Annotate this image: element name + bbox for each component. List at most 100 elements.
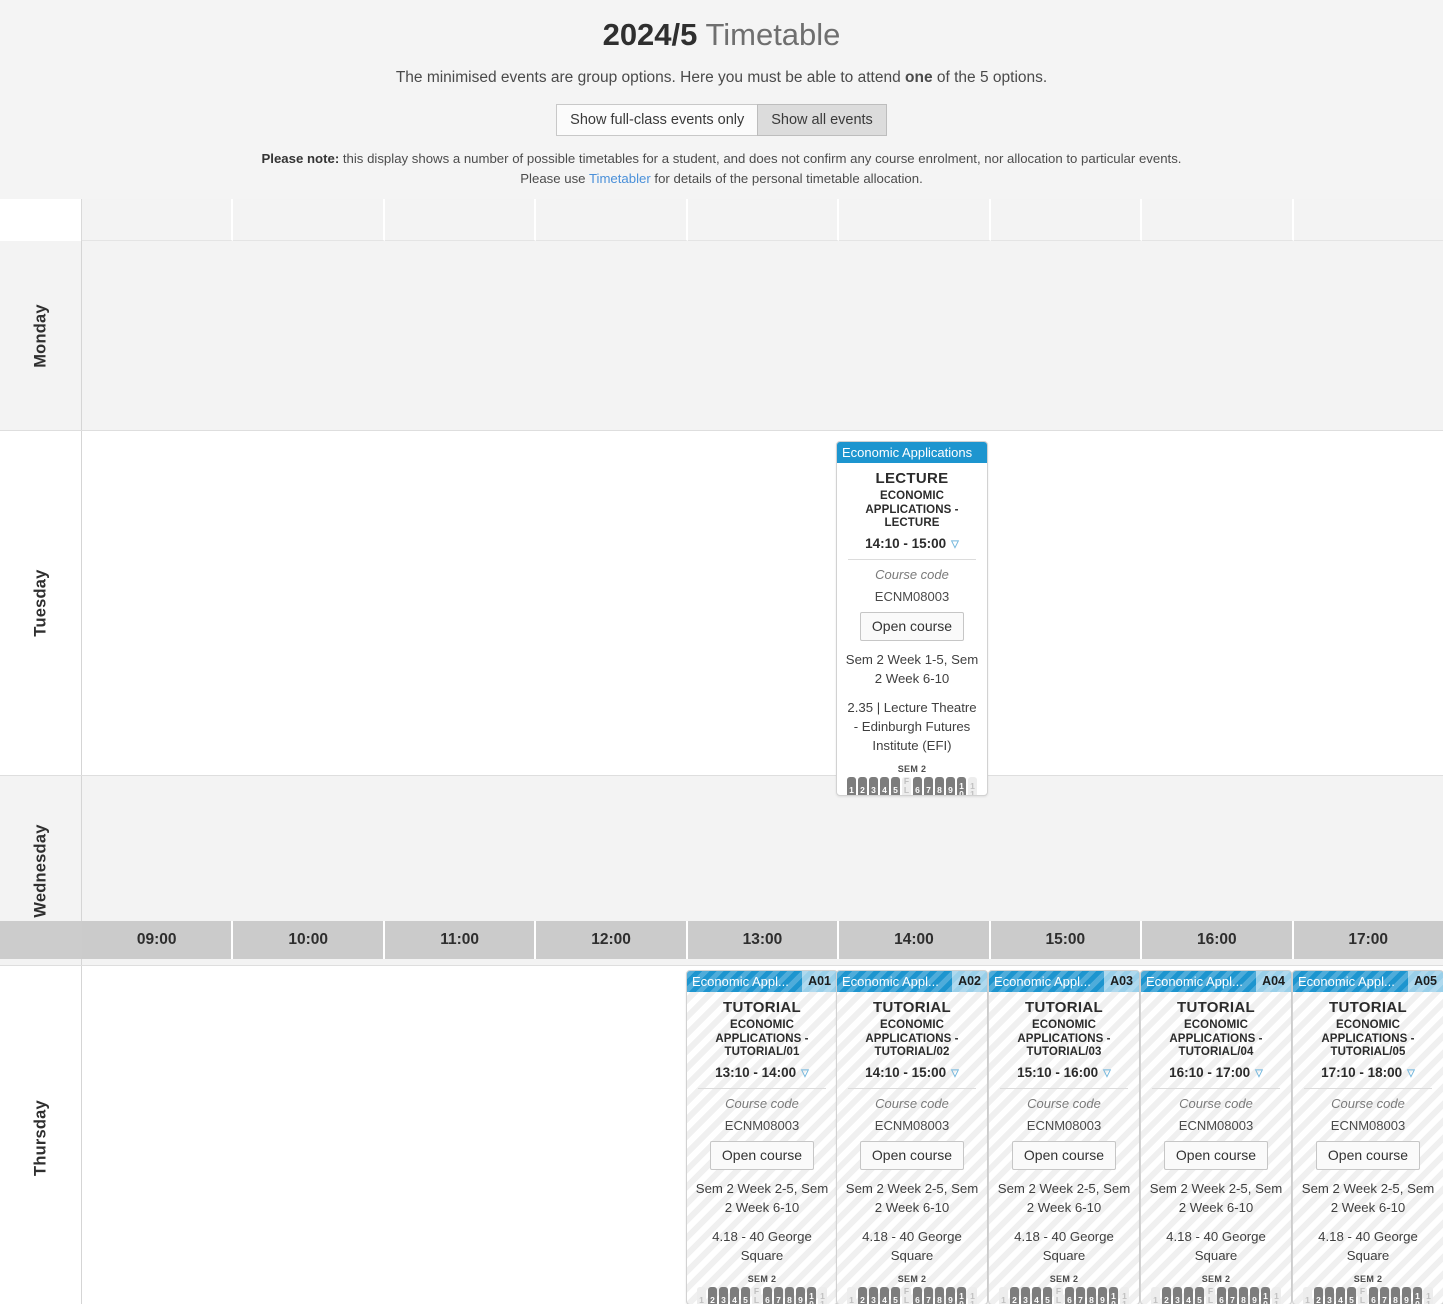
show-full-class-events-button[interactable]: Show full-class events only <box>556 104 758 136</box>
event-time-text: 15:10 - 16:00 <box>1017 1064 1099 1080</box>
event-card-tutorial-a03[interactable]: Economic Appl... A03 TUTORIAL ECONOMIC A… <box>988 970 1140 1304</box>
view-toggle-group: Show full-class events only Show all eve… <box>556 104 887 136</box>
time-slot[interactable]: 11:00 <box>384 921 537 959</box>
day-row-monday: Monday <box>0 241 1443 431</box>
week-cell: 2 <box>707 1286 718 1304</box>
chevron-down-icon[interactable]: ▽ <box>951 539 959 550</box>
time-slot[interactable]: 10:00 <box>233 921 385 959</box>
note-post: for details of the personal timetable al… <box>650 171 923 186</box>
week-cell: 11 <box>1271 1286 1282 1304</box>
week-cell: 11 <box>967 1286 978 1304</box>
week-cell: 8 <box>1238 1286 1249 1304</box>
time-slot[interactable]: 13:00 <box>687 921 840 959</box>
header-slot <box>82 199 234 241</box>
event-card-lecture[interactable]: Economic Applications LECTURE ECONOMIC A… <box>836 441 988 796</box>
time-slot[interactable]: 14:00 <box>839 921 991 959</box>
week-cell: 1 <box>998 1286 1009 1304</box>
week-cell: FLW <box>751 1286 762 1304</box>
chevron-down-icon[interactable]: ▽ <box>1103 1068 1111 1079</box>
week-cell: 4 <box>1031 1286 1042 1304</box>
semester-label: SEM 2 <box>897 1273 927 1284</box>
column-header-row <box>0 199 1443 241</box>
chevron-down-icon[interactable]: ▽ <box>801 1068 809 1079</box>
header-slot <box>839 199 991 241</box>
event-header: Economic Appl... A05 <box>1293 971 1443 992</box>
week-cell: FLW <box>1357 1286 1368 1304</box>
week-cell: 5 <box>890 1286 901 1304</box>
event-card-tutorial-a01[interactable]: Economic Appl... A01 TUTORIAL ECONOMIC A… <box>686 970 838 1304</box>
week-cell: FLW <box>901 776 912 795</box>
show-all-events-button[interactable]: Show all events <box>757 104 887 136</box>
timetabler-link[interactable]: Timetabler <box>589 171 651 186</box>
week-cell: 6 <box>762 1286 773 1304</box>
week-cell: 5 <box>1042 1286 1053 1304</box>
time-header-bar: 09:00 10:00 11:00 12:00 13:00 14:00 15:0… <box>0 921 1443 959</box>
event-header-title: Economic Applications <box>842 445 973 460</box>
event-weeks-text: Sem 2 Week 2-5, Sem 2 Week 6-10 <box>997 1180 1131 1215</box>
week-cell: 6 <box>1064 1286 1075 1304</box>
event-weeks-text: Sem 2 Week 2-5, Sem 2 Week 6-10 <box>1149 1180 1283 1215</box>
subtitle-post: of the 5 options. <box>932 69 1048 86</box>
event-body: LECTURE ECONOMIC APPLICATIONS - LECTURE … <box>837 463 987 795</box>
event-header: Economic Applications <box>837 442 987 463</box>
open-course-button[interactable]: Open course <box>1315 1140 1421 1170</box>
week-cell: 7 <box>773 1286 784 1304</box>
event-weeks-text: Sem 2 Week 2-5, Sem 2 Week 6-10 <box>845 1180 979 1215</box>
open-course-button[interactable]: Open course <box>859 611 965 641</box>
open-course-button[interactable]: Open course <box>1011 1140 1117 1170</box>
week-cell: 6 <box>1216 1286 1227 1304</box>
day-row-tuesday: Tuesday Economic Applications LECTURE EC… <box>0 431 1443 796</box>
week-strip-a05: 12345FLW67891011 <box>1300 1286 1436 1304</box>
course-code-label: Course code <box>725 1095 799 1111</box>
event-group-badge: A02 <box>952 971 987 992</box>
week-cell: 10 <box>1260 1286 1271 1304</box>
page-title-rest: Timetable <box>697 17 841 52</box>
time-slot[interactable]: 09:00 <box>82 921 234 959</box>
time-slot[interactable]: 15:00 <box>990 921 1143 959</box>
course-code-value: ECNM08003 <box>874 1117 950 1133</box>
time-slot[interactable]: 16:00 <box>1142 921 1294 959</box>
chevron-down-icon[interactable]: ▽ <box>1407 1068 1415 1079</box>
chevron-down-icon[interactable]: ▽ <box>1255 1068 1263 1079</box>
chevron-down-icon[interactable]: ▽ <box>951 1068 959 1079</box>
week-cell: 9 <box>945 776 956 795</box>
open-course-button[interactable]: Open course <box>859 1140 965 1170</box>
course-code-label: Course code <box>1027 1095 1101 1111</box>
day-label-text: Wednesday <box>31 823 49 918</box>
event-name: ECONOMIC APPLICATIONS - TUTORIAL/02 <box>865 1019 959 1058</box>
header-slot <box>990 199 1143 241</box>
event-room: 4.18 - 40 George Square <box>712 1228 812 1263</box>
open-course-button[interactable]: Open course <box>709 1140 815 1170</box>
event-name: ECONOMIC APPLICATIONS - TUTORIAL/03 <box>1017 1019 1111 1058</box>
event-card-tutorial-a05[interactable]: Economic Appl... A05 TUTORIAL ECONOMIC A… <box>1292 970 1443 1304</box>
event-type: TUTORIAL <box>1177 999 1255 1016</box>
semester-label: SEM 2 <box>1201 1273 1231 1284</box>
course-code-label: Course code <box>1179 1095 1253 1111</box>
event-card-tutorial-a04[interactable]: Economic Appl... A04 TUTORIAL ECONOMIC A… <box>1140 970 1292 1304</box>
event-card-tutorial-a02[interactable]: Economic Appl... A02 TUTORIAL ECONOMIC A… <box>836 970 988 1304</box>
event-divider <box>1304 1087 1432 1089</box>
day-body-monday <box>82 241 1443 430</box>
event-header: Economic Appl... A01 <box>687 971 837 992</box>
time-bar-corner <box>0 921 82 959</box>
event-type: TUTORIAL <box>723 999 801 1016</box>
event-divider <box>848 1087 976 1089</box>
week-cell: 9 <box>1401 1286 1412 1304</box>
week-cell: 2 <box>1161 1286 1172 1304</box>
time-slot[interactable]: 17:00 <box>1293 921 1443 959</box>
week-strip-lecture: 12345FLW67891011 <box>844 776 980 795</box>
event-divider <box>1152 1087 1280 1089</box>
week-cell: 1 <box>1302 1286 1313 1304</box>
week-cell: 3 <box>868 1286 879 1304</box>
event-body: TUTORIAL ECONOMIC APPLICATIONS - TUTORIA… <box>837 992 987 1304</box>
event-type: TUTORIAL <box>1329 999 1407 1016</box>
open-course-button[interactable]: Open course <box>1163 1140 1269 1170</box>
week-strip-a02: 12345FLW67891011 <box>844 1286 980 1304</box>
event-body: TUTORIAL ECONOMIC APPLICATIONS - TUTORIA… <box>989 992 1139 1304</box>
week-cell: 2 <box>1313 1286 1324 1304</box>
time-slot[interactable]: 12:00 <box>536 921 688 959</box>
event-header-title: Economic Appl... <box>994 974 1091 989</box>
course-code-label: Course code <box>875 1095 949 1111</box>
event-group-badge: A03 <box>1104 971 1139 992</box>
event-time-text: 14:10 - 15:00 <box>865 535 947 551</box>
